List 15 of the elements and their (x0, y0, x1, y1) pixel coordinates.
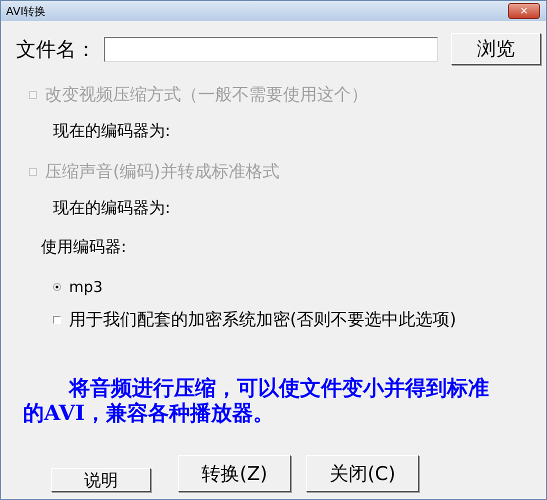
checkbox-label[interactable]: 用于我们配套的加密系统加密(否则不要选中此选项) (69, 308, 456, 331)
encoder-label: 现在的编码器为: (53, 198, 172, 219)
section-label: 使用编码器: (41, 237, 128, 258)
dialog-button[interactable]: 关闭(C) (306, 455, 419, 492)
radio-button[interactable] (53, 283, 61, 291)
dialog-button[interactable]: 说明 (51, 468, 151, 492)
description-text: 将音频进行压缩，可以使文件变小并得到标准的AVI，兼容各种播放器。 (23, 375, 490, 425)
file-name-label: 文件名： (16, 36, 97, 62)
dialog-button[interactable]: 转换(Z) (178, 455, 291, 492)
checkbox[interactable] (53, 316, 61, 324)
browse-button[interactable]: 浏览 (451, 33, 541, 65)
radio-label[interactable]: mp3 (69, 278, 103, 296)
window-title: AVI转换 (6, 4, 46, 18)
encoder-label: 现在的编码器为: (53, 121, 172, 142)
file-name-field[interactable] (104, 36, 438, 62)
